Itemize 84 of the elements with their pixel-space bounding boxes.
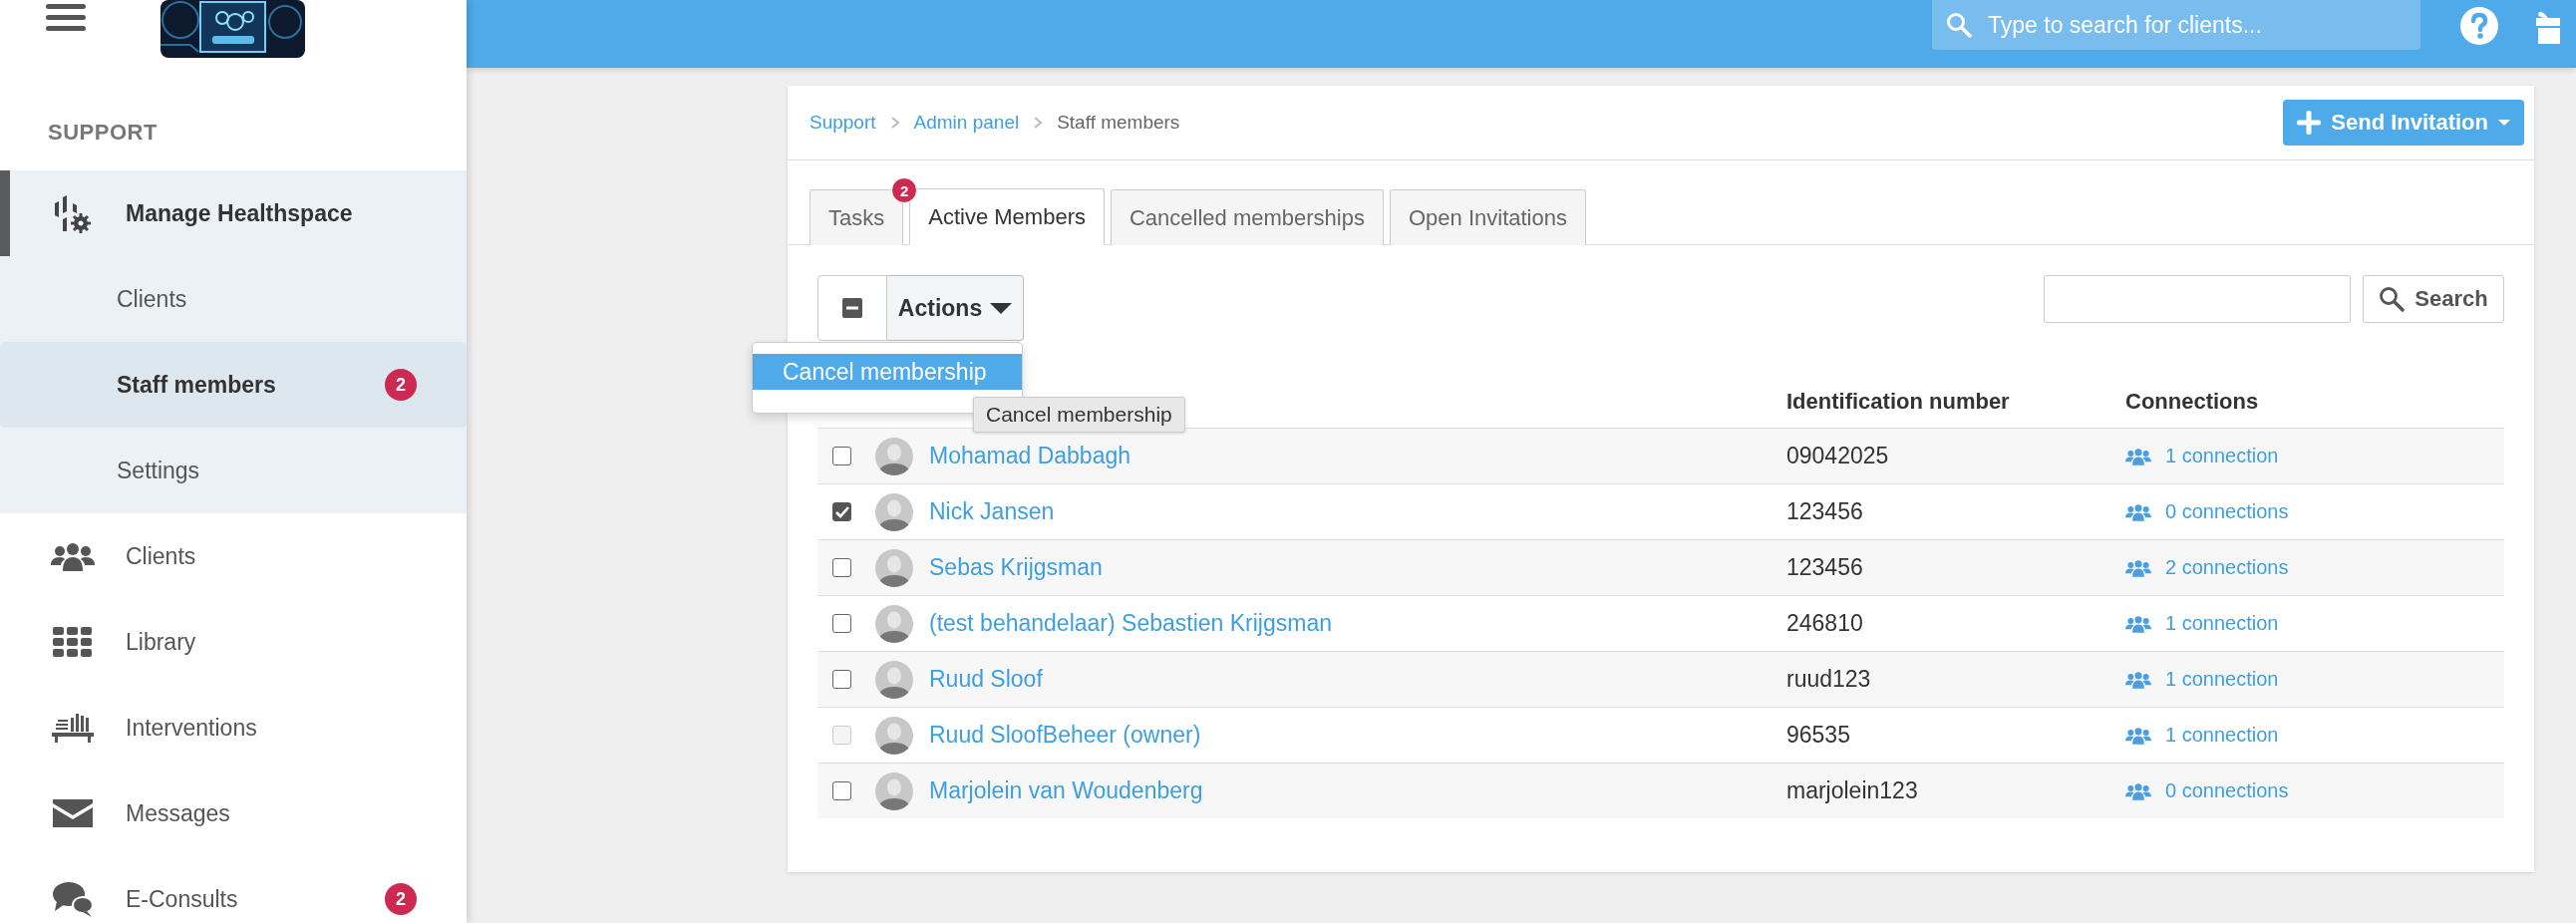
breadcrumb-current: Staff members	[1057, 112, 1180, 134]
checkbox[interactable]	[832, 558, 851, 577]
users-icon	[2125, 670, 2151, 689]
plus-icon	[2297, 111, 2322, 135]
chevron-icon	[1033, 116, 1044, 130]
count-badge: 2	[385, 369, 417, 401]
sidebar-item[interactable]: Library	[0, 599, 467, 685]
sidebar-item[interactable]: E-Consults 2	[0, 856, 467, 923]
building-gear-icon	[53, 193, 93, 233]
envelope-icon	[53, 799, 93, 827]
avatar-icon	[874, 604, 913, 643]
column-header: Identification number	[1785, 388, 2011, 415]
users-icon	[51, 541, 95, 571]
member-link[interactable]: Sebas Krijgsman	[929, 554, 1103, 580]
connections-link[interactable]: 2 connections	[2165, 556, 2289, 579]
send-invitation-button[interactable]: Send Invitation	[2283, 100, 2524, 146]
menu-icon[interactable]	[46, 2, 86, 32]
chevron-icon	[889, 116, 900, 130]
breadcrumb-link[interactable]: Admin panel	[913, 112, 1020, 134]
users-icon	[2125, 558, 2151, 577]
member-link[interactable]: (test behandelaar) Sebastien Krijgsman	[929, 610, 1332, 636]
users-icon	[2125, 726, 2151, 745]
sidebar-item[interactable]: Messages	[0, 770, 467, 856]
users-icon	[2125, 781, 2151, 800]
bookshelf-icon	[52, 712, 94, 744]
search-field[interactable]	[2044, 275, 2351, 323]
search-icon	[2379, 286, 2406, 312]
breadcrumb-link[interactable]: Support	[809, 112, 876, 134]
avatar-icon	[874, 771, 913, 810]
minus-icon	[842, 298, 862, 318]
avatar-icon	[874, 492, 913, 531]
table-cell-text: 123456	[1785, 498, 1864, 525]
search-button[interactable]: Search	[2363, 275, 2504, 323]
table-cell-text: 246810	[1785, 610, 1864, 637]
count-badge: 2	[385, 883, 417, 915]
checkbox[interactable]	[832, 614, 851, 633]
tab[interactable]: Cancelled memberships	[1110, 189, 1384, 245]
help-icon[interactable]	[2460, 7, 2498, 45]
table-cell-text: 96535	[1785, 722, 1851, 749]
users-icon	[2125, 614, 2151, 633]
table-cell-text: marjolein123	[1785, 777, 1919, 804]
connections-link[interactable]: 1 connection	[2165, 445, 2279, 467]
connections-link[interactable]: 1 connection	[2165, 612, 2279, 635]
avatar-icon	[874, 437, 913, 475]
checkbox[interactable]	[832, 781, 851, 800]
connections-link[interactable]: 0 connections	[2165, 500, 2289, 523]
sidebar-subitem[interactable]: Staff members 2	[0, 342, 467, 428]
checkbox[interactable]	[832, 502, 851, 521]
table-cell-text: 09042025	[1785, 443, 1890, 469]
search-icon	[1946, 12, 1972, 38]
avatar-icon	[874, 716, 913, 755]
chat-icon	[53, 881, 93, 917]
sidebar-item[interactable]: Manage Healthspace	[0, 170, 467, 256]
sidebar-subitem[interactable]: Clients	[0, 256, 467, 342]
checkbox[interactable]	[832, 447, 851, 465]
tooltip: Cancel membership	[973, 397, 1185, 433]
count-badge: 2	[891, 177, 918, 203]
users-icon	[2125, 502, 2151, 521]
member-link[interactable]: Nick Jansen	[929, 498, 1055, 524]
sidebar-item[interactable]: Interventions	[0, 685, 467, 770]
checkbox[interactable]	[832, 670, 851, 689]
table-cell-text: ruud123	[1785, 666, 1872, 693]
member-link[interactable]: Marjolein van Woudenberg	[929, 777, 1203, 803]
caret-icon	[990, 302, 1013, 314]
member-link[interactable]: Ruud Sloof	[929, 666, 1043, 692]
member-link[interactable]: Mohamad Dabbagh	[929, 443, 1131, 468]
grid-icon	[53, 627, 93, 657]
connections-link[interactable]: 0 connections	[2165, 779, 2289, 802]
search-field[interactable]: Type to search for clients...	[1932, 0, 2420, 50]
deselect-button[interactable]	[817, 275, 887, 341]
section-heading: SUPPORT	[47, 119, 159, 147]
sidebar-subitem[interactable]: Settings	[0, 428, 467, 513]
tab[interactable]: Open Invitations	[1389, 189, 1586, 245]
table-cell-text: 123456	[1785, 554, 1864, 581]
actions-button[interactable]: Actions	[887, 275, 1024, 341]
connections-link[interactable]: 1 connection	[2165, 668, 2279, 691]
avatar-icon	[874, 660, 913, 699]
caret-icon	[2498, 119, 2510, 127]
menu-item[interactable]: Cancel membership	[753, 354, 1022, 390]
sidebar-item[interactable]: Clients	[0, 513, 467, 599]
column-header: Connections	[2124, 388, 2260, 415]
users-icon	[2125, 447, 2151, 465]
avatar-icon	[874, 548, 913, 587]
tab[interactable]: Active Members	[909, 188, 1105, 245]
